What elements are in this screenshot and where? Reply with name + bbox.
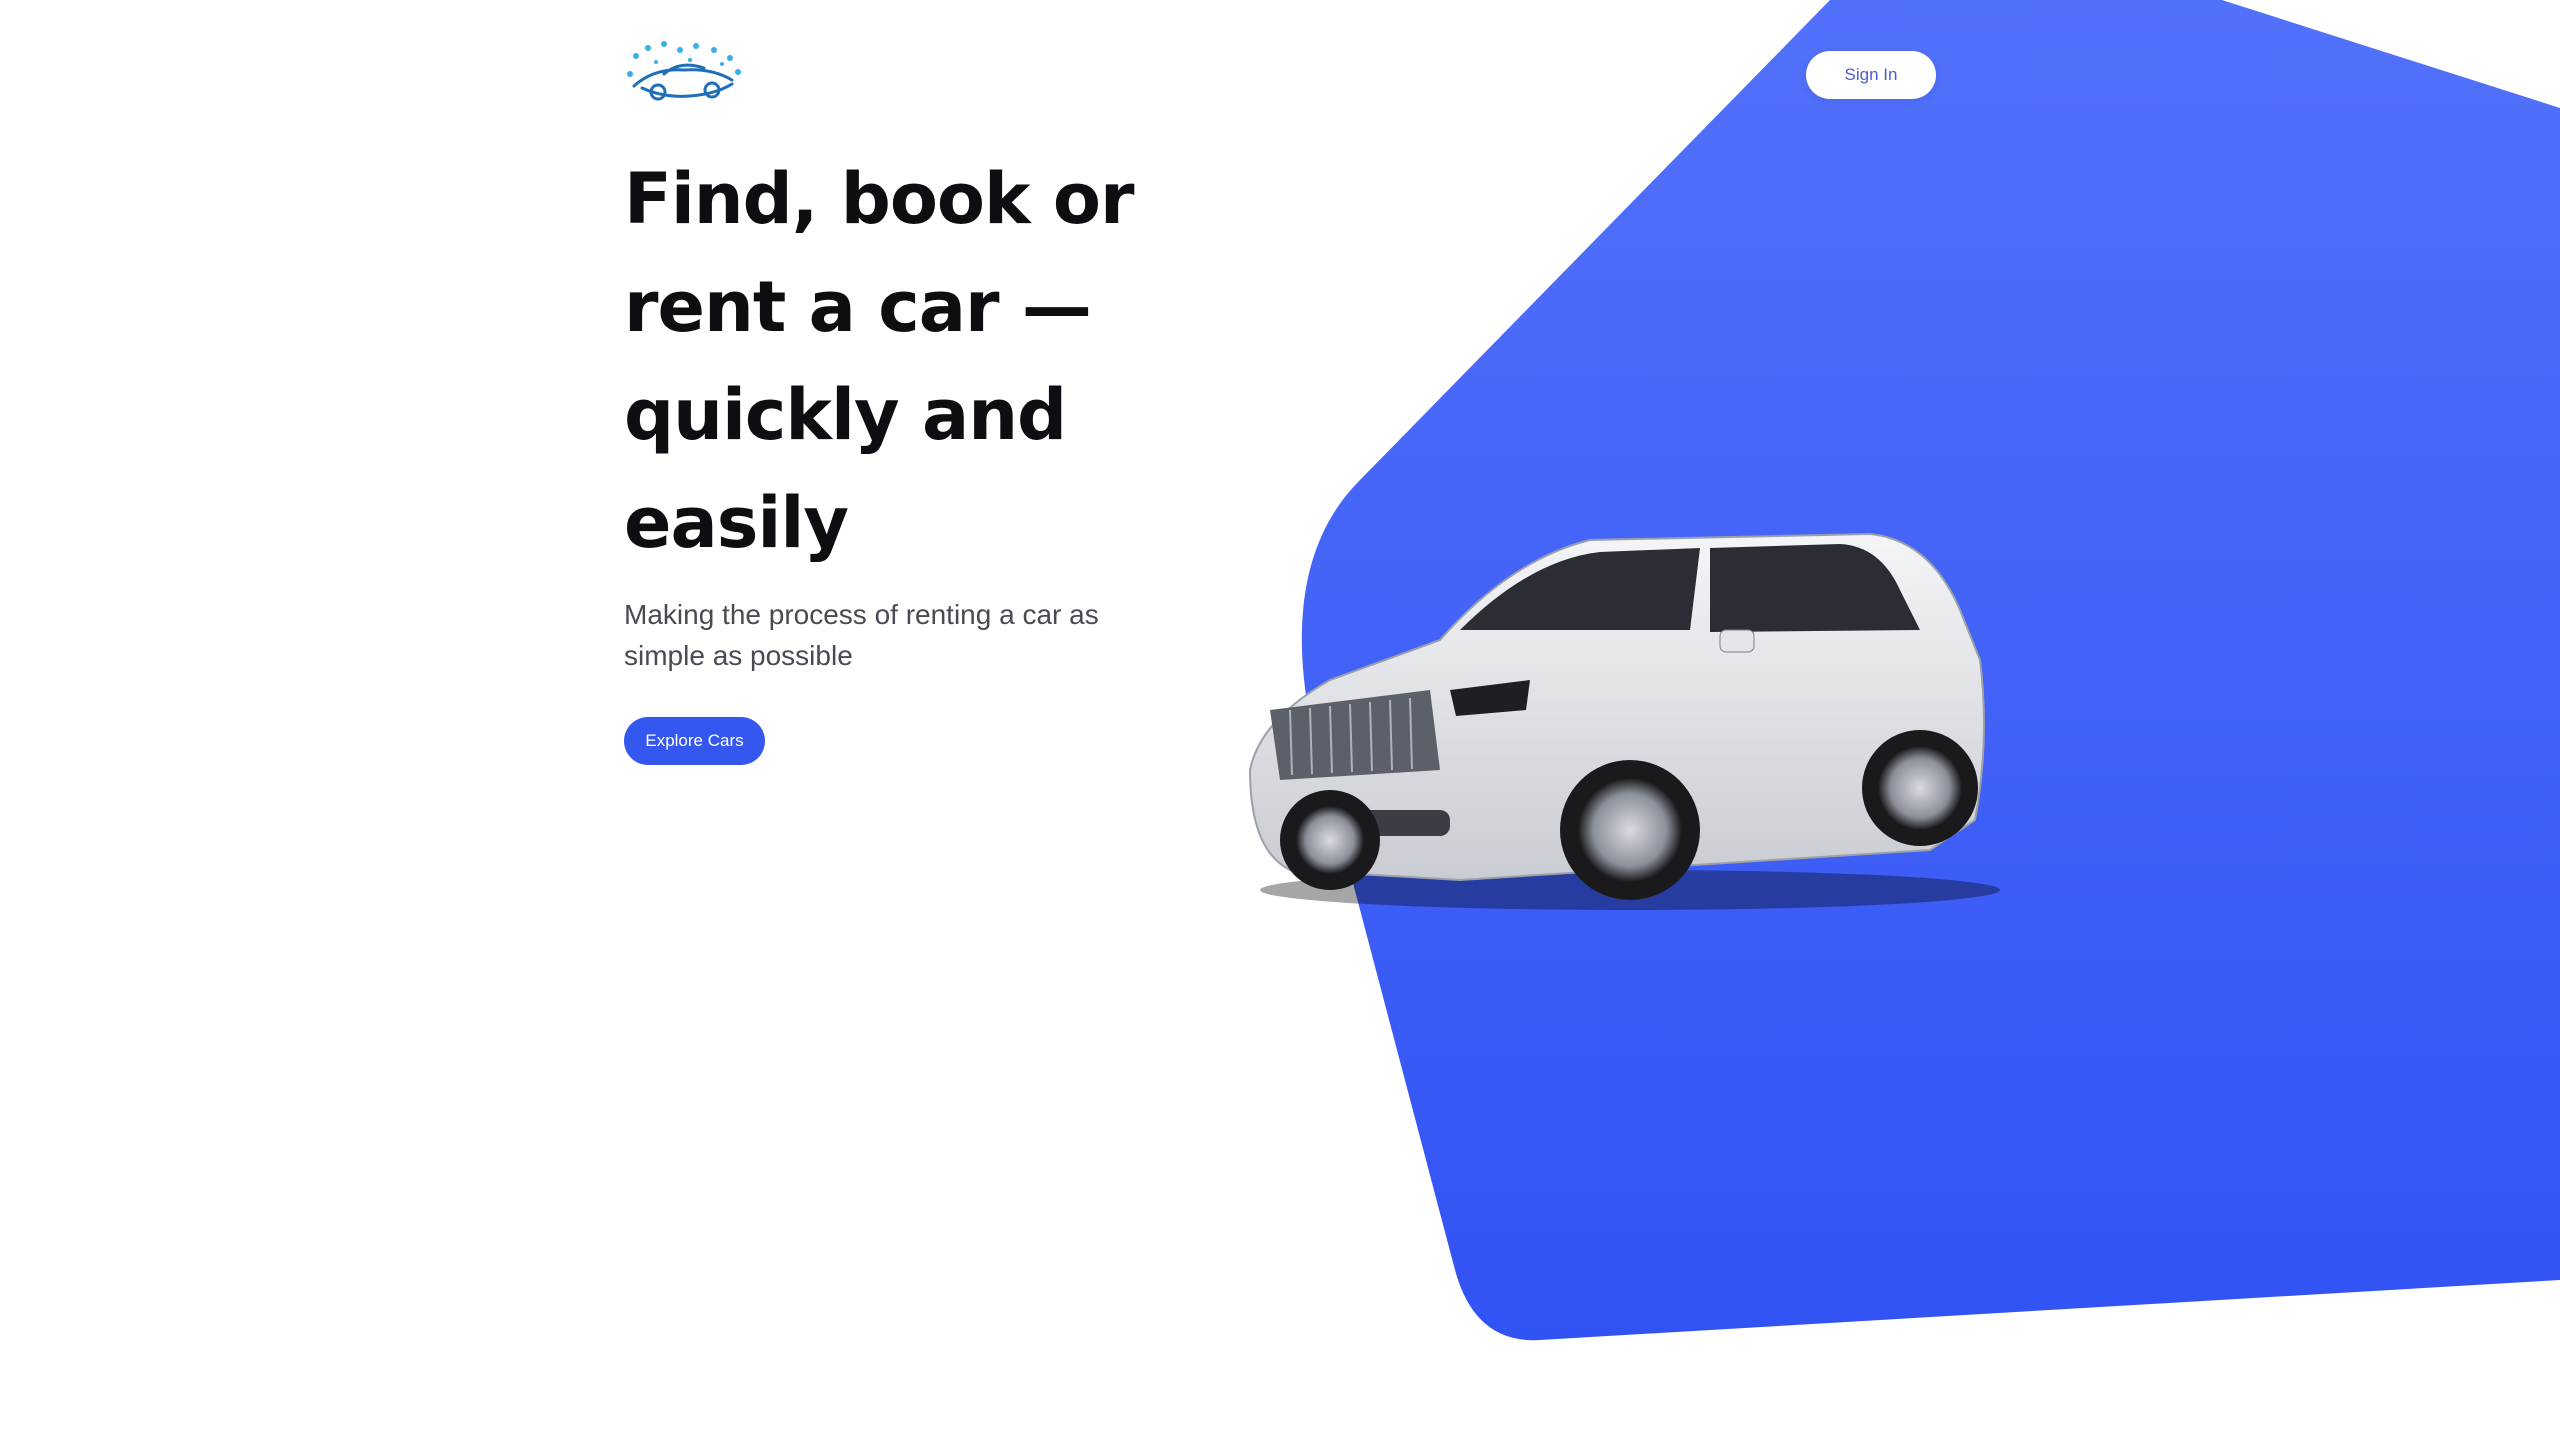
hero-subtitle: Making the process of renting a car as s… bbox=[624, 599, 1099, 671]
explore-cars-button[interactable]: Explore Cars bbox=[624, 717, 765, 765]
sign-in-button[interactable]: Sign In bbox=[1806, 51, 1936, 99]
landing-page: Sign In Find, book or rent a car — quick… bbox=[0, 0, 2560, 1440]
suv-car-image bbox=[1248, 532, 2000, 910]
car-wash-logo-icon[interactable] bbox=[624, 38, 744, 110]
hero-title: Find, book or rent a car — quickly and e… bbox=[624, 158, 1135, 564]
